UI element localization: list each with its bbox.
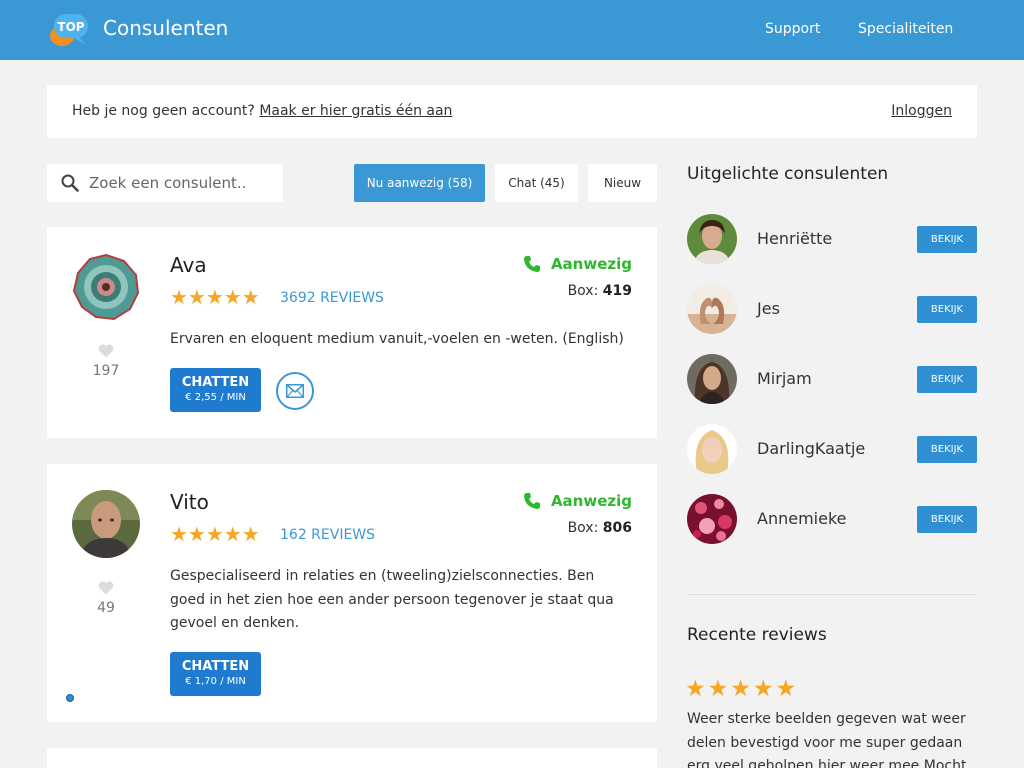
- account-prompt-row: Heb je nog geen account? Maak er hier gr…: [72, 103, 452, 119]
- status-online: Aanwezig: [523, 492, 632, 510]
- logo-text: TOP: [57, 20, 84, 34]
- featured-name[interactable]: DarlingKaatje: [757, 439, 865, 458]
- reviews-link[interactable]: 3692 REVIEWS: [280, 290, 384, 306]
- bekijk-button[interactable]: BEKIJK: [917, 506, 977, 533]
- box-value: 419: [602, 283, 632, 299]
- featured-item: Annemieke BEKIJK: [687, 494, 977, 544]
- featured-item: Jes BEKIJK: [687, 284, 977, 334]
- chat-button-label: CHATTEN: [181, 659, 250, 674]
- featured-item: Henriëtte BEKIJK: [687, 214, 977, 264]
- chat-button-label: CHATTEN: [181, 375, 250, 390]
- review-stars: ★★★★★: [685, 676, 799, 702]
- box-number: Box: 806: [568, 520, 632, 536]
- message-button[interactable]: [276, 372, 314, 410]
- avatar[interactable]: [687, 494, 737, 544]
- recent-reviews-title: Recente reviews: [687, 625, 827, 645]
- chat-button[interactable]: CHATTEN € 1,70 / MIN: [170, 652, 261, 696]
- account-bar: Heb je nog geen account? Maak er hier gr…: [47, 85, 977, 138]
- envelope-icon: [286, 384, 304, 398]
- search-box: [47, 164, 283, 202]
- featured-item: DarlingKaatje BEKIJK: [687, 424, 977, 474]
- rating-stars: ★★★★★: [170, 285, 260, 309]
- bekijk-button[interactable]: BEKIJK: [917, 436, 977, 463]
- filter-nu-aanwezig[interactable]: Nu aanwezig (58): [354, 164, 485, 202]
- box-label: Box:: [567, 283, 599, 299]
- indicator-dot-icon: [66, 694, 74, 702]
- consultant-name[interactable]: Vito: [170, 490, 209, 514]
- chat-button-price: € 1,70 / MIN: [185, 676, 246, 687]
- review-text: Weer sterke beelden gegeven wat weer del…: [687, 711, 967, 768]
- bekijk-button[interactable]: BEKIJK: [917, 226, 977, 253]
- brand-name[interactable]: Consulenten: [103, 16, 228, 40]
- featured-name[interactable]: Henriëtte: [757, 229, 832, 248]
- search-input[interactable]: [89, 164, 279, 202]
- filter-chat[interactable]: Chat (45): [495, 164, 578, 202]
- nav-specialiteiten[interactable]: Specialiteiten: [858, 21, 953, 37]
- likes-count: 49: [97, 600, 115, 616]
- avatar[interactable]: [687, 214, 737, 264]
- consultant-name[interactable]: Ava: [170, 253, 207, 277]
- status-label: Aanwezig: [550, 255, 632, 273]
- bekijk-button[interactable]: BEKIJK: [917, 366, 977, 393]
- bekijk-button[interactable]: BEKIJK: [917, 296, 977, 323]
- status-online: Aanwezig: [523, 255, 632, 273]
- avatar[interactable]: [72, 490, 140, 558]
- heart-icon[interactable]: [98, 344, 114, 358]
- featured-name[interactable]: Jes: [757, 299, 780, 318]
- status-label: Aanwezig: [550, 492, 632, 510]
- top-logo-icon[interactable]: TOP: [48, 12, 90, 48]
- consultant-description: Ervaren en eloquent medium vanuit,-voele…: [170, 331, 624, 347]
- consultant-card: [47, 748, 657, 768]
- featured-title: Uitgelichte consulenten: [687, 164, 889, 184]
- likes-count: 197: [92, 363, 120, 379]
- reviews-link[interactable]: 162 REVIEWS: [280, 527, 375, 543]
- rating-stars: ★★★★★: [170, 522, 260, 546]
- sidebar-divider: [687, 594, 977, 595]
- box-value: 806: [602, 520, 632, 536]
- avatar[interactable]: [687, 424, 737, 474]
- avatar[interactable]: [687, 284, 737, 334]
- featured-name[interactable]: Annemieke: [757, 509, 846, 528]
- consultant-card: 49 Vito ★★★★★ 162 REVIEWS Aanwezig Box: …: [47, 464, 657, 722]
- chat-button[interactable]: CHATTEN € 2,55 / MIN: [170, 368, 261, 412]
- featured-name[interactable]: Mirjam: [757, 369, 812, 388]
- chat-button-price: € 2,55 / MIN: [185, 392, 246, 403]
- avatar[interactable]: [72, 253, 140, 321]
- phone-icon: [523, 256, 540, 272]
- login-link[interactable]: Inloggen: [891, 103, 952, 119]
- account-prompt: Heb je nog geen account?: [72, 103, 255, 119]
- signup-link[interactable]: Maak er hier gratis één aan: [259, 103, 452, 119]
- consultant-description: Gespecialiseerd in relaties en (tweeling…: [170, 568, 614, 631]
- heart-icon[interactable]: [98, 581, 114, 595]
- box-label: Box:: [567, 520, 599, 536]
- nav-support[interactable]: Support: [765, 21, 820, 37]
- avatar[interactable]: [687, 354, 737, 404]
- filter-nieuw[interactable]: Nieuw: [588, 164, 657, 202]
- phone-icon: [523, 493, 540, 509]
- consultant-card: 197 Ava ★★★★★ 3692 REVIEWS Aanwezig Box:…: [47, 227, 657, 438]
- top-bar: TOP Consulenten Support Specialiteiten: [0, 0, 1024, 60]
- featured-item: Mirjam BEKIJK: [687, 354, 977, 404]
- box-number: Box: 419: [568, 283, 632, 299]
- search-icon: [61, 174, 79, 192]
